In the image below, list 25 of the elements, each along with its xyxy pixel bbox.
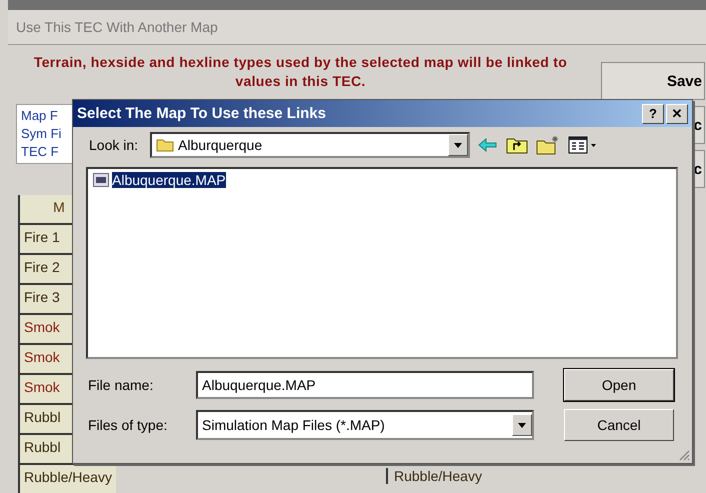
resize-grip-icon[interactable] xyxy=(678,449,690,461)
file-label: Sym Fi xyxy=(21,125,62,143)
open-button[interactable]: Open xyxy=(564,369,674,401)
folder-up-icon[interactable] xyxy=(506,136,528,154)
back-arrow-icon[interactable] xyxy=(478,138,498,152)
look-in-label: Look in: xyxy=(89,137,138,153)
new-folder-icon[interactable] xyxy=(536,135,560,155)
look-in-dropdown[interactable]: Alburquerque xyxy=(150,132,470,158)
file-label: Map F xyxy=(21,107,58,125)
folder-icon xyxy=(156,138,174,152)
help-button[interactable]: ? xyxy=(642,104,664,124)
cancel-button[interactable]: Cancel xyxy=(564,409,674,441)
dialog-title: Select The Map To Use these Links xyxy=(77,105,327,122)
file-name-field[interactable]: Albuquerque.MAP xyxy=(196,371,534,399)
view-menu-icon[interactable] xyxy=(568,136,598,154)
caret-icon xyxy=(454,142,462,148)
caret-icon xyxy=(518,422,526,428)
file-label: TEC F xyxy=(21,143,59,161)
grid-row-label: Rubble/Heavy xyxy=(20,465,116,493)
file-type-dropdown[interactable]: Simulation Map Files (*.MAP) xyxy=(196,410,534,440)
side-button[interactable]: Save xyxy=(601,62,705,100)
warning-message: Terrain, hexside and hexline types used by the selected map will be linked to values in this TEC. xyxy=(32,53,568,91)
close-button[interactable]: ✕ xyxy=(666,104,688,124)
map-file-icon xyxy=(93,173,109,187)
grid-cell: Rubble/Heavy xyxy=(386,468,482,484)
